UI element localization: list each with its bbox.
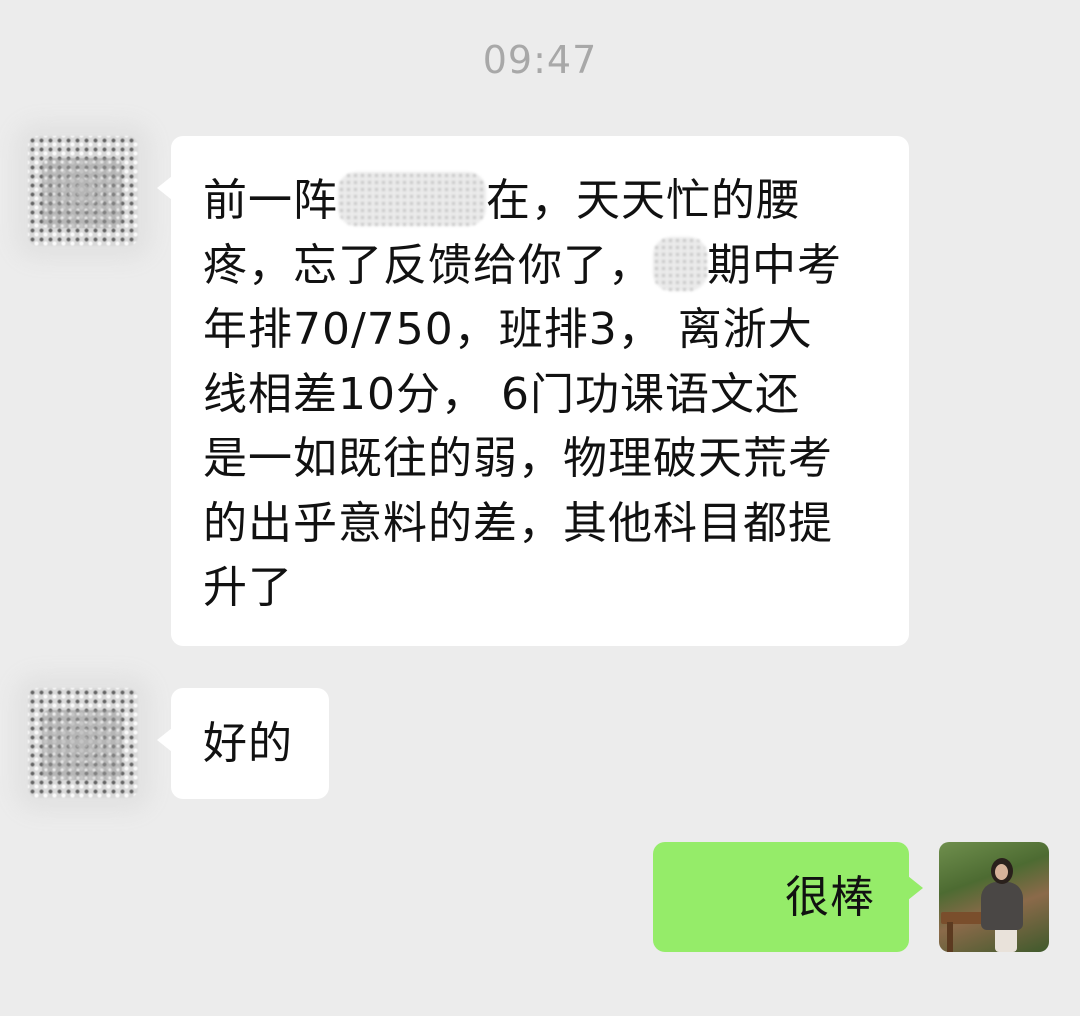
message-line: 年排70/750，班排3， 离浙大 [203, 304, 813, 355]
message-line: 线相差10分， 6门功课语文还 [203, 368, 800, 420]
redacted-name [653, 236, 707, 291]
message-text: 很棒 [785, 872, 875, 923]
sender-avatar[interactable] [28, 136, 138, 246]
message-line: 前一阵 在，天天忙的腰 [203, 169, 879, 234]
my-avatar[interactable] [939, 842, 1049, 952]
message-line: 升了 [203, 562, 293, 613]
message-text: 好的 [203, 718, 293, 769]
avatar-photo-bench-leg [947, 922, 953, 952]
message-line: 的出乎意料的差，其他科目都提 [203, 497, 833, 549]
avatar-pixelated-image [42, 710, 122, 780]
sender-avatar[interactable] [28, 688, 138, 798]
redacted-name [338, 172, 486, 226]
message-bubble-outgoing[interactable]: 很棒 [653, 842, 923, 952]
message-bubble-incoming[interactable]: 好的 [157, 688, 329, 799]
message-line: 疼，忘了反馈给你了， 期中考 [203, 234, 879, 299]
message-timestamp: 09:47 [482, 38, 598, 82]
avatar-photo-person [981, 882, 1023, 930]
message-bubble-incoming[interactable]: 前一阵 在，天天忙的腰 疼，忘了反馈给你了， 期中考 年排70/750，班排3， 离… [157, 136, 909, 646]
avatar-photo-person [995, 864, 1008, 880]
avatar-pixelated-image [42, 158, 122, 228]
message-line: 是一如既往的弱，物理破天荒考 [203, 433, 833, 484]
